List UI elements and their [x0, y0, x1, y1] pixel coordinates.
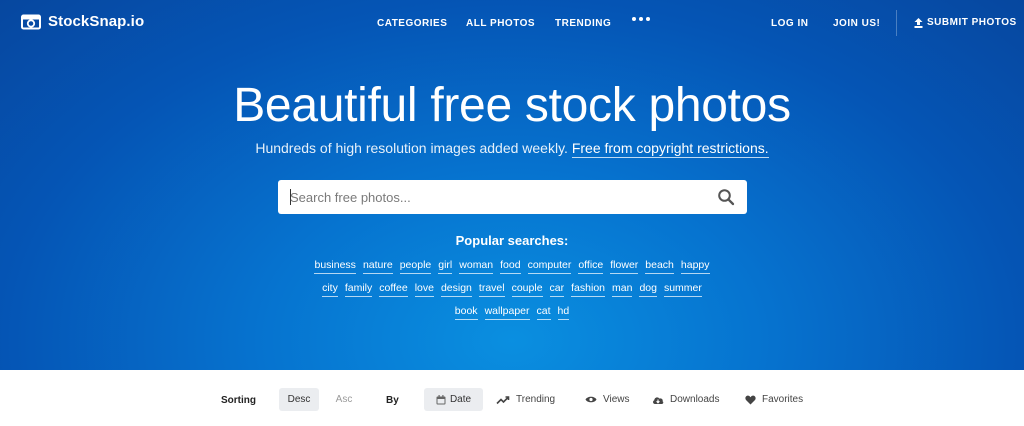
popular-search-tag[interactable]: nature	[362, 259, 393, 274]
sort-trending-label: Trending	[516, 394, 556, 405]
popular-search-tag[interactable]: cat	[536, 305, 551, 320]
page-title: Beautiful free stock photos	[233, 79, 791, 132]
upload-icon	[914, 17, 923, 28]
popular-search-tag[interactable]: car	[549, 282, 565, 297]
search-input[interactable]	[290, 180, 700, 214]
nav-divider	[896, 10, 897, 36]
nav-log-in[interactable]: LOG IN	[771, 18, 808, 29]
sort-desc-button[interactable]: Desc	[279, 388, 319, 411]
hero-banner: StockSnap.io CATEGORIES ALL PHOTOS TREND…	[0, 0, 1024, 370]
subtitle-text: Hundreds of high resolution images added…	[255, 140, 568, 156]
popular-search-tag[interactable]: business	[314, 259, 356, 274]
popular-tags-row-2: city family coffee love design travel couple ca…	[0, 282, 1024, 297]
popular-search-tag[interactable]: flower	[610, 259, 639, 274]
popular-searches-title: Popular searches:	[455, 233, 569, 248]
popular-search-tag[interactable]: summer	[663, 282, 702, 297]
sort-views-label: Views	[603, 394, 630, 405]
brand-logo[interactable]: StockSnap.io	[21, 13, 144, 30]
popular-search-tag[interactable]: beach	[645, 259, 674, 274]
cloud-download-icon	[653, 396, 664, 404]
popular-search-tag[interactable]: book	[454, 305, 478, 320]
popular-tags-row-1: business nature people girl woman food compute…	[0, 259, 1024, 274]
trending-icon	[496, 395, 510, 404]
popular-search-tag[interactable]: fashion	[571, 282, 605, 297]
sort-downloads-button[interactable]: Downloads	[652, 394, 719, 405]
sort-asc-button[interactable]: Asc	[325, 388, 363, 411]
nav-join[interactable]: JOIN US!	[833, 18, 880, 29]
more-menu-icon[interactable]	[632, 17, 650, 21]
popular-search-tag[interactable]: design	[440, 282, 472, 297]
sort-views-button[interactable]: Views	[585, 394, 630, 405]
popular-search-tag[interactable]: office	[578, 259, 604, 274]
popular-search-tag[interactable]: dog	[639, 282, 657, 297]
popular-search-tag[interactable]: hd	[557, 305, 570, 320]
eye-icon	[585, 396, 597, 403]
submit-photos-label: SUBMIT PHOTOS	[927, 17, 1017, 28]
search-icon[interactable]	[717, 188, 735, 206]
sort-date-label: Date	[449, 394, 472, 405]
camera-logo-icon	[21, 14, 41, 29]
copyright-link[interactable]: Free from copyright restrictions.	[571, 140, 769, 158]
popular-search-tag[interactable]: woman	[459, 259, 494, 274]
sort-favorites-button[interactable]: Favorites	[745, 394, 803, 405]
sort-downloads-label: Downloads	[670, 394, 720, 405]
popular-search-tag[interactable]: wallpaper	[484, 305, 530, 320]
popular-search-tag[interactable]: happy	[680, 259, 710, 274]
heart-icon	[745, 395, 756, 404]
popular-tags-row-3: book wallpaper cat hd	[0, 305, 1024, 320]
popular-search-tag[interactable]: girl	[438, 259, 453, 274]
nav-all-photos[interactable]: ALL PHOTOS	[466, 18, 535, 29]
popular-search-tag[interactable]: family	[344, 282, 373, 297]
brand-name: StockSnap.io	[48, 13, 145, 30]
submit-photos-button[interactable]: SUBMIT PHOTOS	[914, 17, 1017, 28]
sort-favorites-label: Favorites	[762, 394, 804, 405]
calendar-icon	[436, 394, 446, 404]
sorting-label: Sorting	[221, 395, 256, 406]
search-box	[278, 180, 747, 214]
popular-search-tag[interactable]: love	[414, 282, 434, 297]
sort-by-label: By	[386, 395, 399, 406]
sort-trending-button[interactable]: Trending	[496, 394, 555, 405]
popular-search-tag[interactable]: computer	[527, 259, 572, 274]
nav-trending[interactable]: TRENDING	[555, 18, 611, 29]
sort-bar: Sorting Desc Asc By Date Trending Views …	[0, 370, 1024, 426]
popular-search-tag[interactable]: city	[322, 282, 338, 297]
sort-date-button[interactable]: Date	[424, 388, 483, 411]
popular-search-tag[interactable]: food	[500, 259, 521, 274]
popular-search-tag[interactable]: couple	[511, 282, 543, 297]
popular-search-tag[interactable]: travel	[478, 282, 505, 297]
popular-search-tag[interactable]: coffee	[379, 282, 408, 297]
popular-search-tag[interactable]: people	[399, 259, 432, 274]
nav-categories[interactable]: CATEGORIES	[377, 18, 447, 29]
hero-subtitle: Hundreds of high resolution images added…	[0, 140, 1024, 158]
popular-search-tag[interactable]: man	[612, 282, 633, 297]
